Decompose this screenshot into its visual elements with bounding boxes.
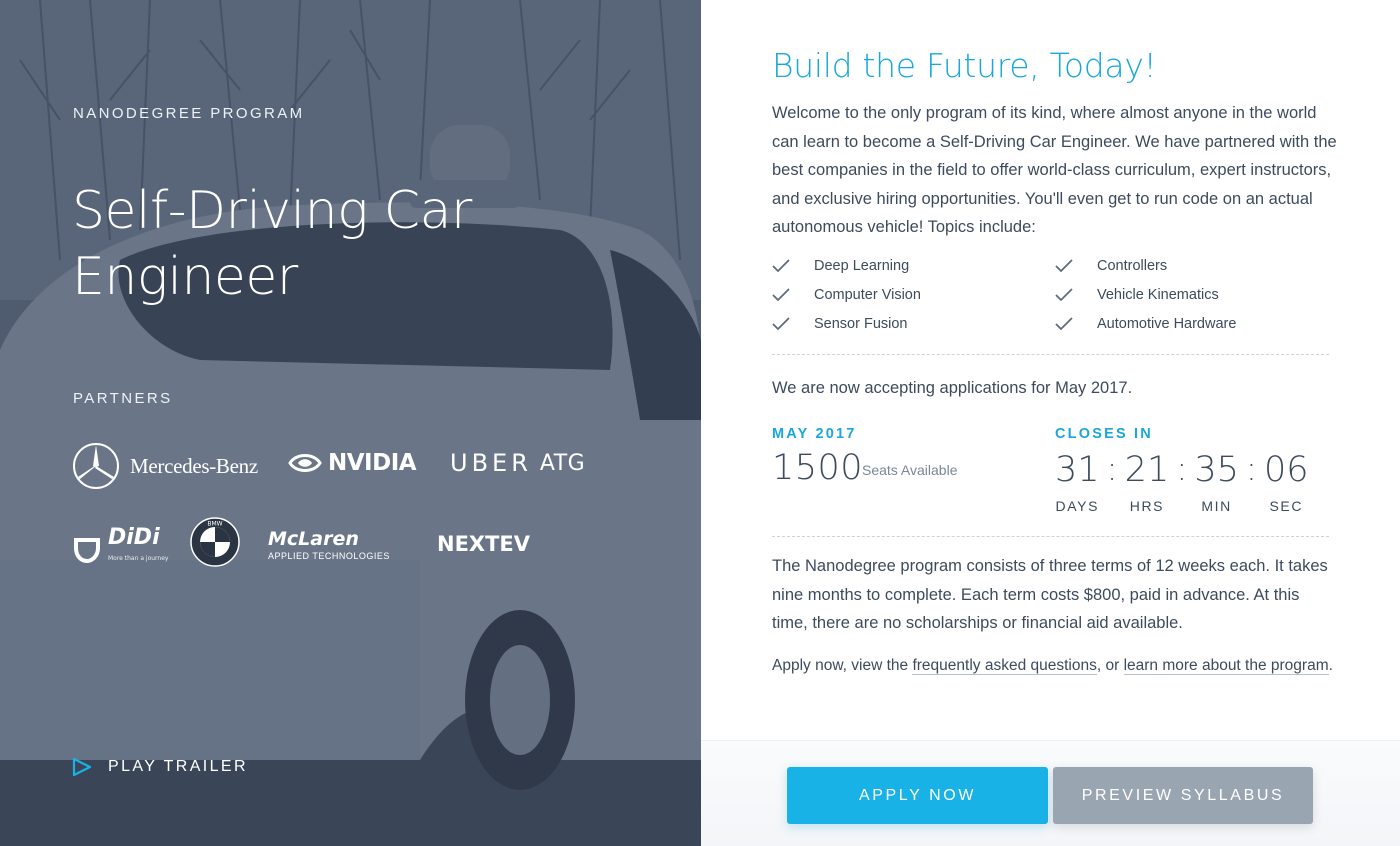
checkmark-icon [772,258,790,272]
nvidia-logo: NVIDIA [288,450,417,476]
play-icon [72,757,92,777]
play-trailer-button[interactable]: PLAY TRAILER [72,757,248,777]
closes-in-label: CLOSES IN [1055,426,1153,442]
checkmark-icon [1055,287,1073,301]
program-eyebrow: NANODEGREE PROGRAM [73,105,305,122]
countdown-days: 31 DAYS [1055,448,1100,514]
preview-syllabus-button[interactable]: PREVIEW SYLLABUS [1053,767,1313,824]
countdown-days-value: 31 [1055,450,1100,490]
mclaren-wordmark: McLaren [268,528,359,550]
topic-label: Computer Vision [814,286,921,303]
topic-item: Vehicle Kinematics [1055,285,1332,304]
topic-item: Computer Vision [772,285,1055,304]
hero-panel: NANODEGREE PROGRAM Self-Driving Car Engi… [0,0,701,846]
countdown-separator: : [1176,449,1188,488]
cohort-label: MAY 2017 [772,426,857,442]
nvidia-wordmark: NVIDIA [328,450,417,476]
mercedes-star-icon [73,443,119,489]
nvidia-eye-icon [288,454,322,472]
play-trailer-label: PLAY TRAILER [108,758,248,775]
topic-label: Controllers [1097,257,1168,274]
didi-wordmark: DiDi More than a journey [108,525,169,569]
nextev-logo: NEXTEV [437,532,530,556]
uber-atg-logo: UBER ATG [450,449,585,477]
seats-count: 1500 [772,448,864,488]
mclaren-logo: McLaren APPLIED TECHNOLOGIES [268,528,390,561]
apply-now-button[interactable]: APPLY NOW [787,767,1048,824]
terms-paragraph: The Nanodegree program consists of three… [772,557,1328,633]
checkmark-icon [1055,258,1073,272]
didi-name: DiDi [108,525,160,550]
topic-item: Controllers [1055,256,1332,275]
info-title: Build the Future, Today! [772,46,1157,85]
uber-wordmark: UBER [450,449,532,477]
topic-label: Vehicle Kinematics [1097,286,1219,303]
divider [772,354,1329,355]
seats-label: Seats Available [862,462,958,478]
topic-label: Automotive Hardware [1097,315,1237,332]
checkmark-icon [772,316,790,330]
countdown-minutes-label: MIN [1201,498,1232,514]
countdown-hours-value: 21 [1124,450,1170,490]
topic-item: Sensor Fusion [772,314,1055,333]
mercedes-benz-logo: Mercedes-Benz [72,442,258,490]
apply-paragraph: Apply now, view the frequently asked que… [772,652,1337,681]
countdown-hours: 21 HRS [1125,448,1170,514]
countdown-minutes-value: 35 [1194,450,1239,490]
countdown-seconds: 06 SEC [1264,448,1309,514]
apply-prefix: Apply now, view the [772,657,913,674]
atg-wordmark: ATG [539,450,586,476]
partners-label: PARTNERS [73,390,173,407]
info-panel: Build the Future, Today! Welcome to the … [701,0,1400,846]
page: NANODEGREE PROGRAM Self-Driving Car Engi… [0,0,1400,846]
didi-tagline: More than a journey [108,555,169,562]
countdown-timer: 31 DAYS : 21 HRS : 35 MIN : 06 SEC [1055,448,1309,514]
accepting-text: We are now accepting applications for Ma… [772,379,1133,397]
divider [772,536,1329,537]
countdown-seconds-value: 06 [1264,450,1309,490]
bmw-roundel-text: BMW [207,521,222,528]
countdown-separator: : [1245,449,1258,488]
mclaren-subtitle: APPLIED TECHNOLOGIES [268,551,390,561]
program-title: Self-Driving Car Engineer [72,181,472,307]
learn-more-link[interactable]: learn more about the program [1123,657,1329,675]
faq-link[interactable]: frequently asked questions [912,657,1097,675]
apply-suffix: . [1328,657,1333,674]
checkmark-icon [772,287,790,301]
countdown-hours-label: HRS [1129,498,1165,514]
apply-mid: , or [1096,657,1124,674]
nextev-wordmark: NEXTEV [437,532,531,556]
checkmark-icon [1055,316,1073,330]
topic-item: Automotive Hardware [1055,314,1332,333]
countdown-minutes: 35 MIN [1194,448,1239,514]
topics-list: Deep Learning Controllers Computer Visio… [772,256,1332,333]
mercedes-benz-wordmark: Mercedes-Benz [130,453,258,478]
hero-overlay [0,0,701,846]
intro-paragraph: Welcome to the only program of its kind,… [772,104,1337,237]
topic-label: Sensor Fusion [814,315,908,332]
bmw-roundel-icon: BMW [190,517,240,567]
didi-logo: DiDi More than a journey [72,525,169,569]
topic-item: Deep Learning [772,256,1055,275]
didi-d-icon [74,537,100,563]
countdown-seconds-label: SEC [1269,498,1304,514]
topic-label: Deep Learning [814,257,910,274]
countdown-separator: : [1106,449,1118,488]
bmw-logo: BMW [190,517,240,567]
countdown-days-label: DAYS [1055,498,1100,514]
